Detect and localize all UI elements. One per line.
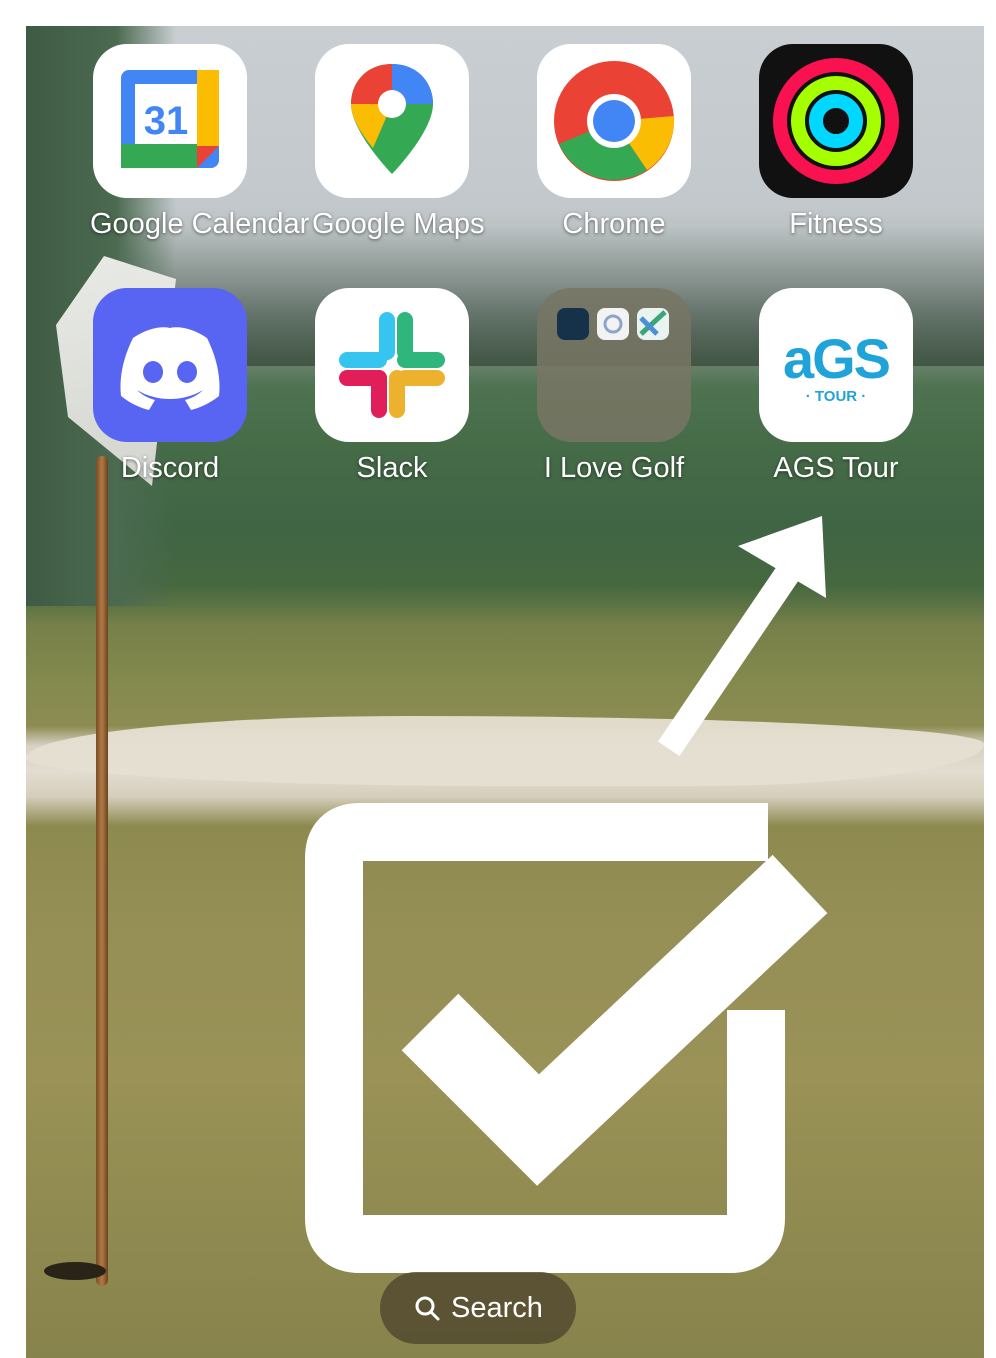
checkbox-outline-icon (305, 803, 785, 1273)
checkbox-overlay (305, 803, 828, 1273)
search-icon (415, 1296, 440, 1321)
search-label: Search (451, 1291, 543, 1324)
search-button[interactable]: Search (380, 1272, 576, 1344)
